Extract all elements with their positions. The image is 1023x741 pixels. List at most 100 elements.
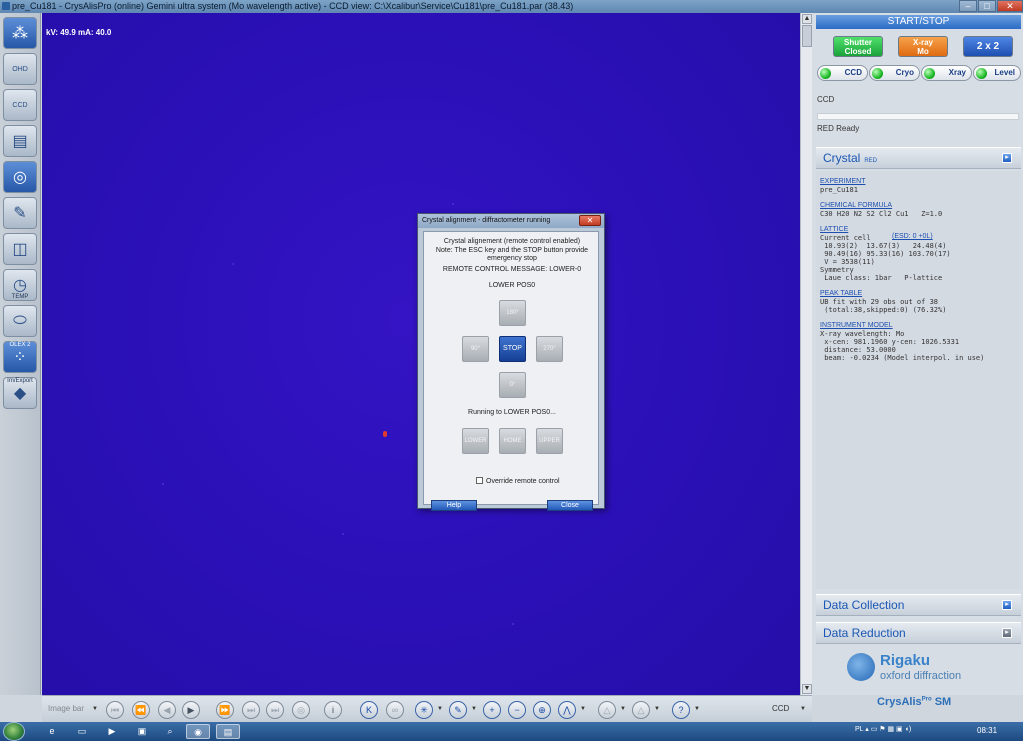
home-button[interactable]: HOME <box>499 428 526 454</box>
symmetry-label: Symmetry <box>820 266 854 274</box>
lattice-link[interactable]: LATTICE <box>820 226 848 234</box>
xray-button[interactable]: X-ray Mo <box>898 36 948 57</box>
ccd-select[interactable]: CCD <box>772 704 789 713</box>
compass-icon[interactable]: ⋀ <box>558 701 576 719</box>
explorer-icon[interactable]: ▭ <box>70 724 94 739</box>
wrench-tool-icon[interactable]: ✎ <box>3 197 37 229</box>
faint-reflection <box>512 623 514 625</box>
rotate-270-button[interactable]: 270° <box>536 336 563 362</box>
dropdown-arrow-icon[interactable]: ▼ <box>694 706 700 712</box>
zoom-fit-icon[interactable]: ⊕ <box>533 701 551 719</box>
dropdown-arrow-icon[interactable]: ▼ <box>471 706 477 712</box>
experiment-link[interactable]: EXPERIMENT <box>820 178 866 186</box>
crysalis-taskbar-icon[interactable]: ◉ <box>186 724 210 739</box>
lower-button[interactable]: LOWER <box>462 428 489 454</box>
last-image-icon[interactable]: ⏭ <box>266 701 284 719</box>
cryo-status-indicator[interactable]: Cryo <box>869 65 920 81</box>
save-icon[interactable]: ▣ <box>130 724 154 739</box>
start-stop-header[interactable]: START/STOP <box>816 15 1021 29</box>
data-reduction-section-header[interactable]: Data Reduction ▸ <box>816 622 1021 644</box>
peak-table-link[interactable]: PEAK TABLE <box>820 290 862 298</box>
search-app-icon[interactable]: ⌕ <box>158 724 182 739</box>
clock-tool-icon[interactable]: ◷ TEMP <box>3 269 37 301</box>
close-icon[interactable]: ✕ <box>997 0 1023 12</box>
dropdown-arrow-icon[interactable]: ▼ <box>580 706 586 712</box>
expand-icon[interactable]: ▸ <box>1002 153 1012 163</box>
view-tool-icon[interactable]: ◎ <box>3 161 37 193</box>
info-icon[interactable]: i <box>324 701 342 719</box>
cylinder-tool-icon[interactable]: ⬭ <box>3 305 37 337</box>
rotate-180-button[interactable]: 180° <box>499 300 526 326</box>
skip-forward-icon[interactable]: ⏭ <box>242 701 260 719</box>
dialog-close-icon[interactable]: ✕ <box>579 215 601 226</box>
ccd-tool-icon[interactable]: CCD <box>3 89 37 121</box>
dropdown-arrow-icon[interactable]: ▼ <box>800 706 806 712</box>
override-checkbox[interactable] <box>476 477 483 484</box>
skip-back-icon[interactable]: ⏪ <box>132 701 150 719</box>
minimize-icon[interactable]: – <box>959 0 977 12</box>
step-back-icon[interactable]: ◀ <box>158 701 176 719</box>
xray-status-indicator[interactable]: Xray <box>921 65 972 81</box>
window-taskbar-icon[interactable]: ▤ <box>216 724 240 739</box>
target-icon[interactable]: ◎ <box>292 701 310 719</box>
faint-reflection <box>162 483 164 485</box>
ie-icon[interactable]: e <box>40 724 64 739</box>
zoom-out-icon[interactable]: − <box>508 701 526 719</box>
import-export-tool-icon[interactable]: ◆ Im/Export <box>3 377 37 409</box>
chemical-formula-link[interactable]: CHEMICAL FORMULA <box>820 202 892 210</box>
binning-button[interactable]: 2 x 2 <box>963 36 1013 57</box>
ccd-status-indicator[interactable]: CCD <box>817 65 868 81</box>
step-forward-icon[interactable]: ⏩ <box>216 701 234 719</box>
triangle-alt-icon[interactable]: △ <box>632 701 650 719</box>
window-title: pre_Cu181 - CrysAlisPro (online) Gemini … <box>12 1 574 11</box>
scroll-up-icon[interactable]: ▲ <box>802 14 812 24</box>
vertical-scrollbar[interactable]: ▲ ▼ <box>800 13 812 695</box>
shutter-button[interactable]: Shutter Closed <box>833 36 883 57</box>
rotate-0-button[interactable]: 0° <box>499 372 526 398</box>
maximize-icon[interactable]: □ <box>978 0 996 12</box>
data-reduction-title: Data Reduction <box>823 626 906 640</box>
dropdown-arrow-icon[interactable]: ▼ <box>654 706 660 712</box>
diffraction-tool-icon[interactable]: ◫ <box>3 233 37 265</box>
rigaku-logo: Rigaku oxford diffraction <box>847 652 997 689</box>
notes-tool-icon[interactable]: ▤ <box>3 125 37 157</box>
instrument-model-link[interactable]: INSTRUMENT MODEL <box>820 322 893 330</box>
override-remote-control[interactable]: Override remote control <box>476 477 560 485</box>
scroll-down-icon[interactable]: ▼ <box>802 684 812 694</box>
data-collection-section-header[interactable]: Data Collection ▸ <box>816 594 1021 616</box>
taskbar-clock[interactable]: 08:31 <box>977 726 997 735</box>
ohd-tool-icon[interactable]: OHD <box>3 53 37 85</box>
windows-taskbar: e ▭ ▶ ▣ ⌕ ◉ ▤ PL ▴ ▭ ⚑ ▦ ▣ ◖) 08:31 <box>0 722 1023 741</box>
xray-wavelength: X-ray wavelength: Mo <box>820 330 905 338</box>
dropdown-arrow-icon[interactable]: ▼ <box>92 706 98 712</box>
stop-button[interactable]: STOP <box>499 336 526 362</box>
upper-button[interactable]: UPPER <box>536 428 563 454</box>
media-icon[interactable]: ▶ <box>100 724 124 739</box>
first-image-icon[interactable]: ⏮ <box>106 701 124 719</box>
triangle-icon[interactable]: △ <box>598 701 616 719</box>
scroll-thumb[interactable] <box>802 25 812 47</box>
rotate-90-button[interactable]: 90° <box>462 336 489 362</box>
esd-link[interactable]: (ESD: 0 +0L) <box>892 233 933 241</box>
experiment-tool-icon[interactable]: ⁂ <box>3 17 37 49</box>
help-icon[interactable]: ? <box>672 701 690 719</box>
dropdown-arrow-icon[interactable]: ▼ <box>437 706 443 712</box>
zoom-in-icon[interactable]: + <box>483 701 501 719</box>
current-cell-label: Current cell <box>820 234 871 242</box>
start-button-icon[interactable] <box>3 722 25 741</box>
close-button[interactable]: Close <box>547 500 593 511</box>
link-icon[interactable]: ∞ <box>386 701 404 719</box>
olex2-tool-icon[interactable]: ⁘ OLEX 2 <box>3 341 37 373</box>
help-button[interactable]: Help <box>431 500 477 511</box>
expand-icon[interactable]: ▸ <box>1002 628 1012 638</box>
app-icon <box>2 2 10 10</box>
pen-icon[interactable]: ✎ <box>449 701 467 719</box>
k-icon[interactable]: K <box>360 701 378 719</box>
star-icon[interactable]: ✳ <box>415 701 433 719</box>
play-icon[interactable]: ▶ <box>182 701 200 719</box>
level-status-indicator[interactable]: Level <box>973 65 1021 81</box>
crysalis-logo: CrysAlisPro SM <box>877 696 952 708</box>
dropdown-arrow-icon[interactable]: ▼ <box>620 706 626 712</box>
crystal-section-header[interactable]: Crystal RED ▸ <box>816 147 1021 169</box>
expand-icon[interactable]: ▸ <box>1002 600 1012 610</box>
